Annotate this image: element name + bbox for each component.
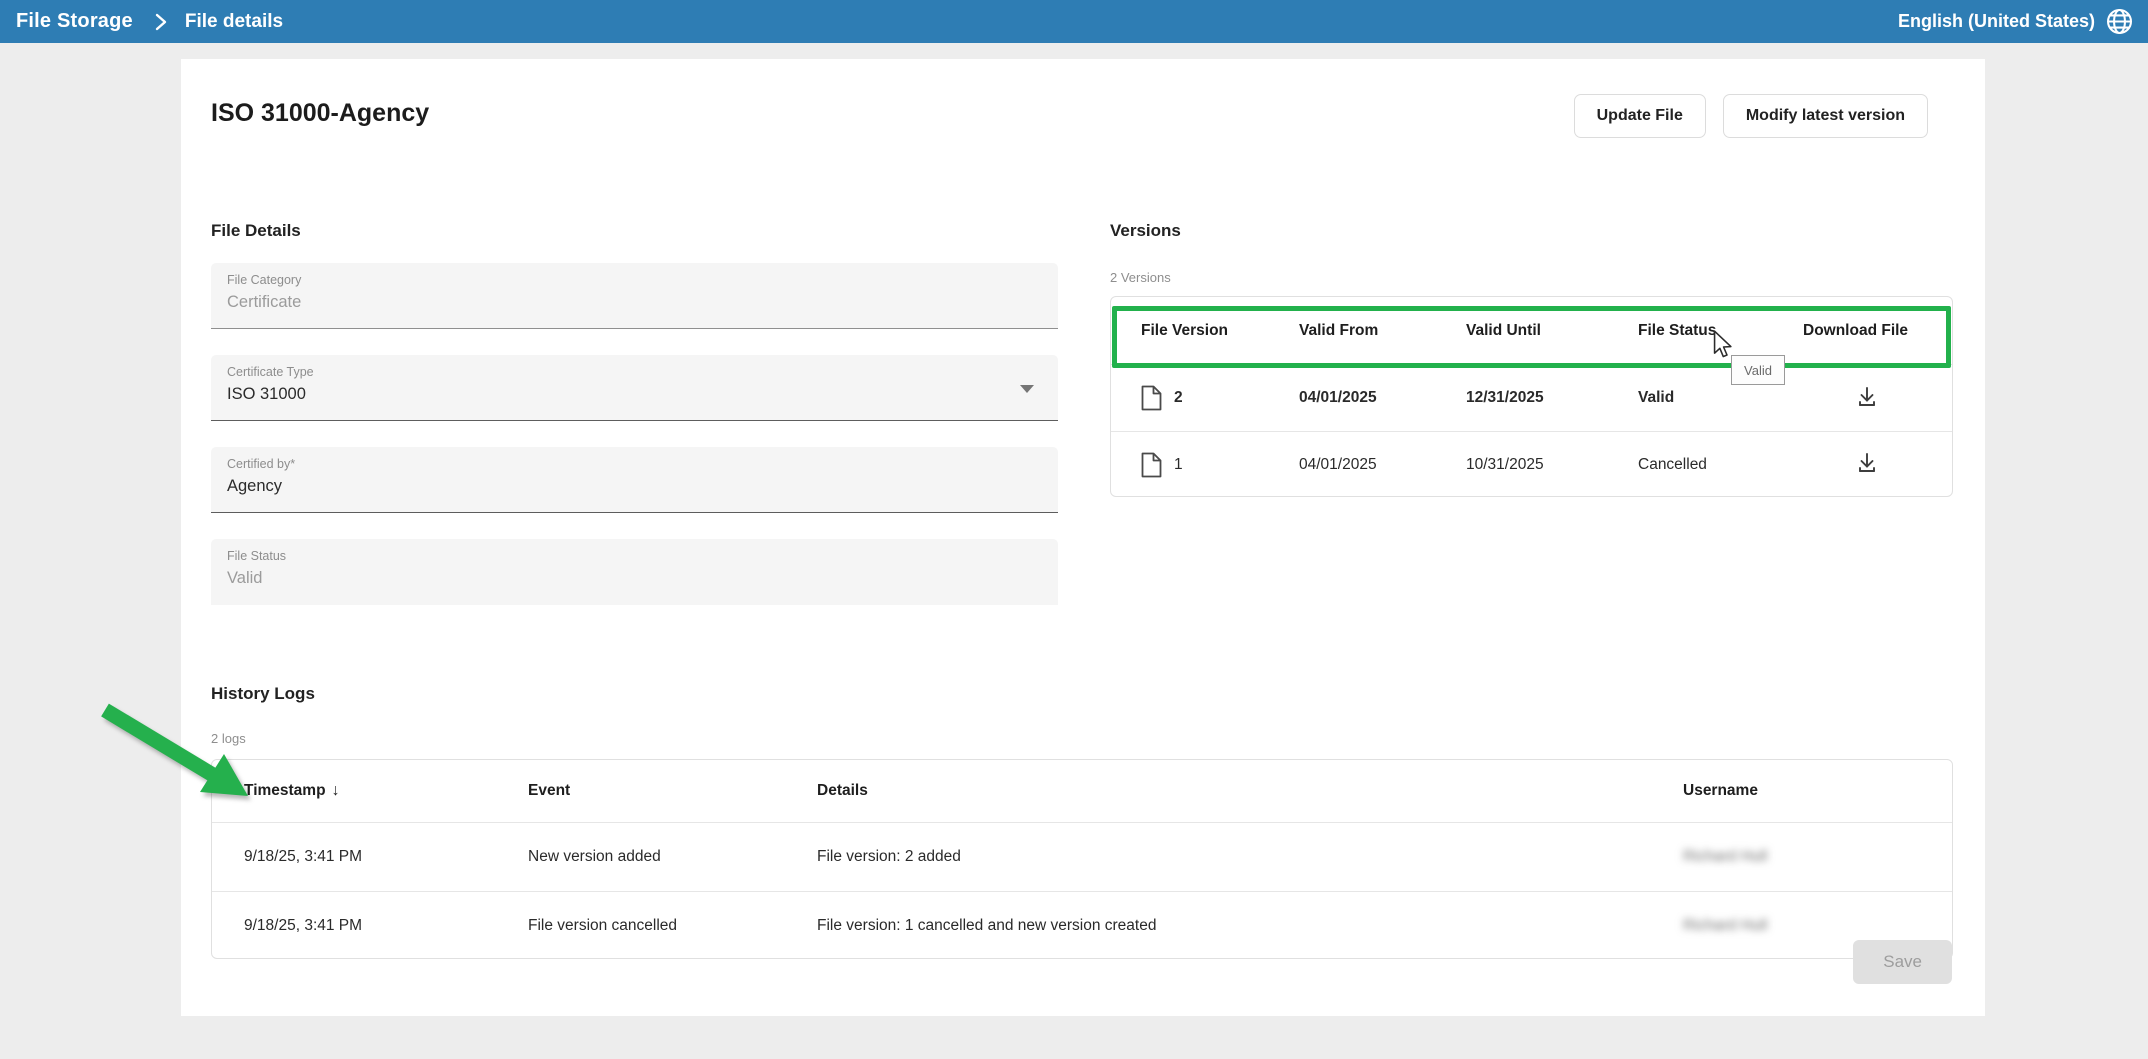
language-label: English (United States)	[1898, 11, 2095, 32]
col-timestamp[interactable]: Timestamp↓	[244, 782, 528, 800]
file-details-card: ISO 31000-Agency Update File Modify late…	[181, 59, 1985, 1016]
history-log-row: 9/18/25, 3:41 PM New version added File …	[212, 823, 1952, 891]
col-details: Details	[817, 782, 1683, 800]
file-category-value: Certificate	[227, 293, 1042, 312]
status-tooltip: Valid	[1731, 355, 1785, 385]
version-row-1[interactable]: 1 04/01/2025 10/31/2025 Cancelled	[1111, 431, 1952, 497]
certificate-type-select[interactable]: Certificate Type ISO 31000	[211, 355, 1058, 421]
file-status-label: File Status	[227, 549, 1042, 563]
col-event: Event	[528, 782, 817, 800]
log-details: File version: 1 cancelled and new versio…	[817, 917, 1683, 935]
file-category-field: File Category Certificate	[211, 263, 1058, 329]
breadcrumb-chevron-icon	[155, 13, 167, 31]
valid-until-value: 12/31/2025	[1466, 389, 1638, 407]
certified-by-label: Certified by*	[227, 457, 1042, 471]
breadcrumb-file-details: File details	[185, 11, 283, 33]
history-logs-table: Timestamp↓ Event Details Username 9/18/2…	[211, 759, 1953, 959]
col-file-version: File Version	[1141, 322, 1299, 340]
log-event: New version added	[528, 848, 817, 866]
col-file-status: File Status	[1638, 322, 1803, 340]
certificate-type-value: ISO 31000	[227, 385, 1042, 404]
file-status-value: Valid	[1638, 389, 1803, 407]
versions-heading: Versions	[1110, 221, 1181, 241]
save-button[interactable]: Save	[1853, 940, 1952, 984]
col-username: Username	[1683, 782, 1952, 800]
certified-by-value: Agency	[227, 477, 1042, 496]
dropdown-arrow-icon[interactable]	[1020, 385, 1034, 393]
col-download-file: Download File	[1803, 322, 1952, 340]
history-table-header: Timestamp↓ Event Details Username	[212, 760, 1952, 823]
modify-latest-version-button[interactable]: Modify latest version	[1723, 94, 1928, 138]
file-icon	[1141, 452, 1162, 478]
version-row-2[interactable]: 2 04/01/2025 12/31/2025 Valid	[1111, 365, 1952, 431]
page-title: ISO 31000-Agency	[211, 99, 429, 128]
top-navigation-bar: File Storage File details English (Unite…	[0, 0, 2148, 43]
certificate-type-label: Certificate Type	[227, 365, 1042, 379]
log-event: File version cancelled	[528, 917, 817, 935]
file-details-form: File Category Certificate Certificate Ty…	[211, 263, 1058, 631]
versions-table: File Version Valid From Valid Until File…	[1110, 296, 1953, 497]
log-username-redacted: Richard Hull	[1683, 917, 1952, 935]
certified-by-input[interactable]: Certified by* Agency	[211, 447, 1058, 513]
file-category-label: File Category	[227, 273, 1042, 287]
valid-from-value: 04/01/2025	[1299, 389, 1466, 407]
download-file-button[interactable]	[1851, 381, 1883, 416]
file-status-field: File Status Valid	[211, 539, 1058, 605]
versions-table-header: File Version Valid From Valid Until File…	[1111, 297, 1952, 365]
language-selector[interactable]: English (United States)	[1898, 0, 2134, 43]
col-valid-from: Valid From	[1299, 322, 1466, 340]
file-icon	[1141, 385, 1162, 411]
history-logs-heading: History Logs	[211, 684, 315, 704]
breadcrumb-file-storage[interactable]: File Storage	[16, 10, 133, 33]
version-number: 2	[1174, 389, 1183, 407]
file-details-heading: File Details	[211, 221, 301, 241]
file-details-page: File Storage File details English (Unite…	[0, 0, 2148, 1059]
globe-icon[interactable]	[2105, 7, 2134, 36]
history-logs-count: 2 logs	[211, 731, 246, 746]
history-log-row: 9/18/25, 3:41 PM File version cancelled …	[212, 891, 1952, 959]
version-number: 1	[1174, 456, 1183, 474]
file-status-value: Valid	[227, 569, 1042, 588]
log-timestamp: 9/18/25, 3:41 PM	[244, 917, 528, 935]
sort-desc-icon[interactable]: ↓	[332, 782, 340, 799]
update-file-button[interactable]: Update File	[1574, 94, 1706, 138]
versions-count: 2 Versions	[1110, 270, 1171, 285]
download-file-button[interactable]	[1851, 447, 1883, 482]
log-username-redacted: Richard Hull	[1683, 848, 1952, 866]
log-details: File version: 2 added	[817, 848, 1683, 866]
col-valid-until: Valid Until	[1466, 322, 1638, 340]
file-status-value: Cancelled	[1638, 456, 1803, 474]
valid-until-value: 10/31/2025	[1466, 456, 1638, 474]
valid-from-value: 04/01/2025	[1299, 456, 1466, 474]
log-timestamp: 9/18/25, 3:41 PM	[244, 848, 528, 866]
